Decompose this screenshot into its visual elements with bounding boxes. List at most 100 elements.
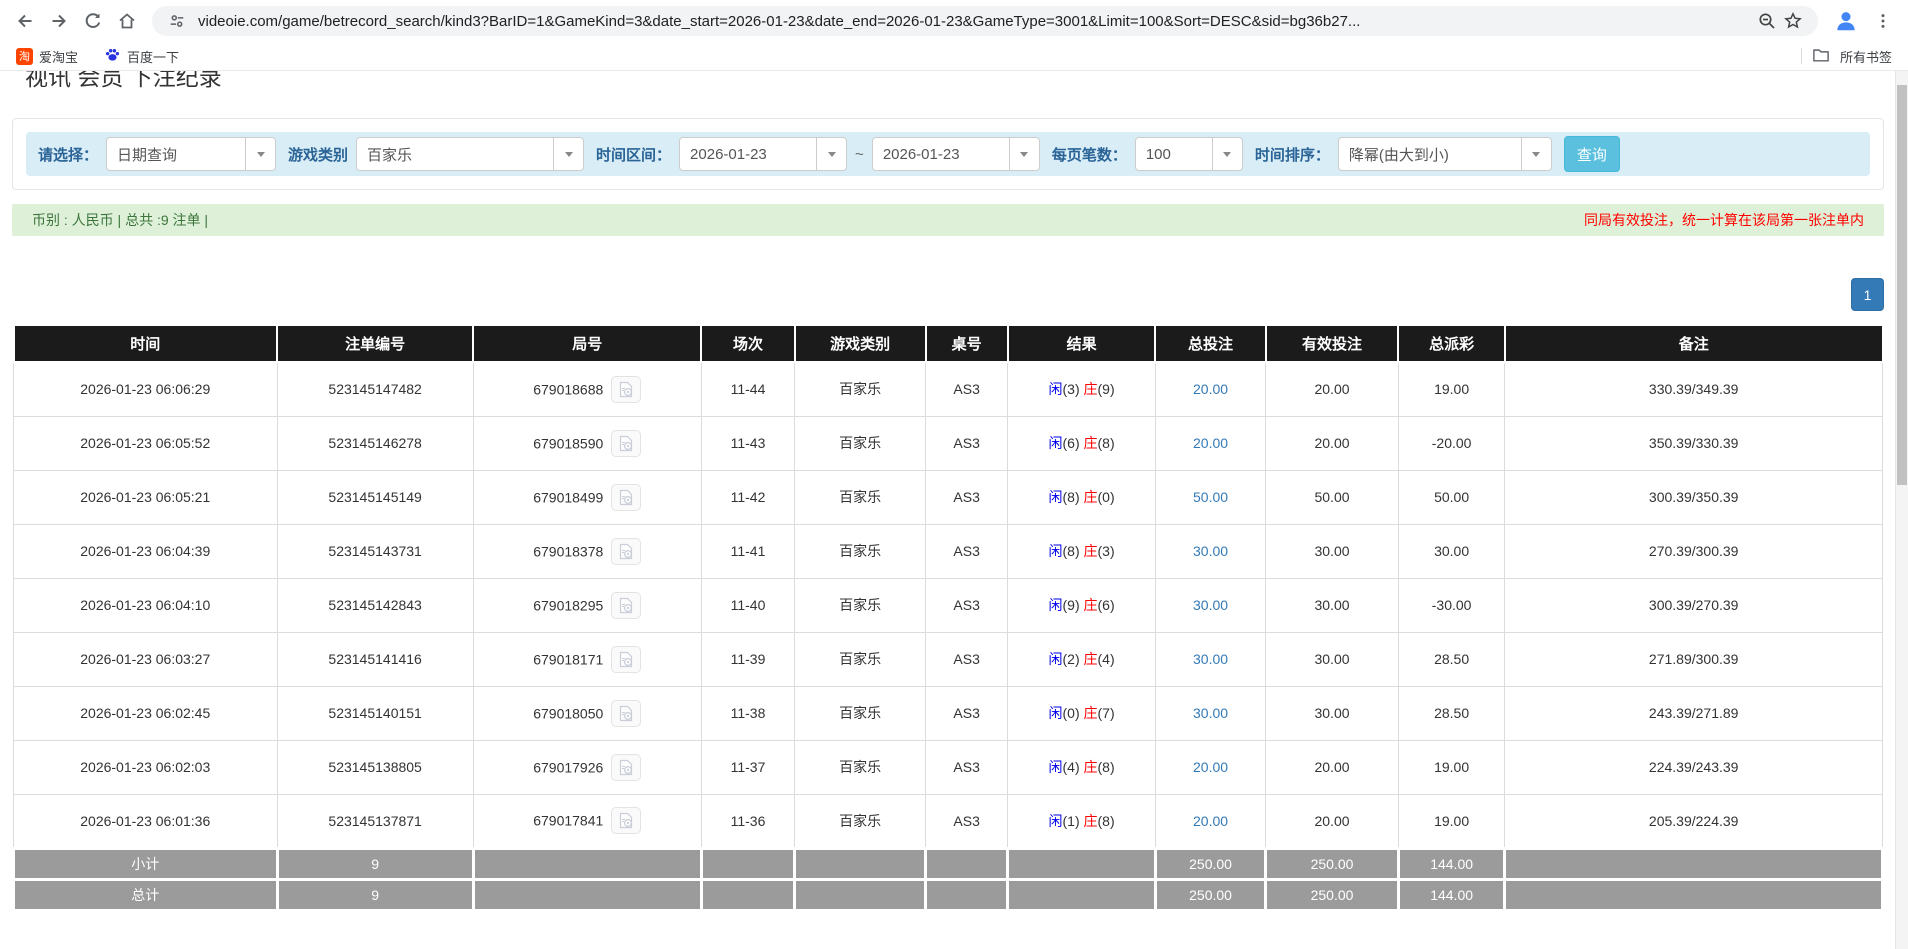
player-result: 闲 (1049, 381, 1063, 397)
pagination-top: 1 (12, 278, 1884, 311)
total-bet-link[interactable]: 30.00 (1193, 705, 1228, 721)
cell-total-bet: 50.00 (1155, 470, 1265, 524)
video-replay-icon[interactable] (611, 807, 641, 834)
total-row-cell-6 (1008, 879, 1156, 910)
bookmark-baidu[interactable]: 百度一下 (104, 46, 179, 66)
banker-result: 庄 (1084, 759, 1098, 775)
cell-time: 2026-01-23 06:03:27 (14, 632, 278, 686)
cell-total-bet: 20.00 (1155, 362, 1265, 416)
video-replay-icon[interactable] (611, 484, 641, 511)
profile-avatar[interactable] (1830, 5, 1862, 37)
bookmark-star-icon[interactable] (1780, 8, 1806, 34)
forward-icon[interactable] (42, 4, 76, 38)
sort-select[interactable]: 降幂(由大到小) (1338, 137, 1552, 171)
filter-panel: 请选择： 日期查询 游戏类别 百家乐 时间区间： 2026-01-23 (12, 118, 1884, 190)
total-bet-link[interactable]: 20.00 (1193, 435, 1228, 451)
cell-result: 闲(1) 庄(8) (1008, 794, 1156, 848)
folder-icon (1812, 47, 1830, 66)
date-start-select[interactable]: 2026-01-23 (679, 137, 847, 171)
date-range-separator: ~ (855, 146, 864, 163)
kebab-menu-icon[interactable] (1866, 4, 1900, 38)
total-bet-link[interactable]: 30.00 (1193, 597, 1228, 613)
cell-note: 330.39/349.39 (1505, 362, 1883, 416)
all-bookmarks-label[interactable]: 所有书签 (1840, 47, 1892, 66)
subtotal-row-cell-2 (473, 848, 701, 879)
video-replay-icon[interactable] (611, 646, 641, 673)
zoom-out-icon[interactable] (1754, 8, 1780, 34)
banker-result: 庄 (1084, 597, 1098, 613)
cell-table-no: AS3 (926, 362, 1008, 416)
total-bet-link[interactable]: 50.00 (1193, 489, 1228, 505)
page-1-button[interactable]: 1 (1851, 278, 1884, 311)
cell-note: 243.39/271.89 (1505, 686, 1883, 740)
round-number: 679018050 (533, 705, 603, 721)
page-size-select[interactable]: 100 (1135, 137, 1243, 171)
cell-note: 300.39/270.39 (1505, 578, 1883, 632)
total-bet-link[interactable]: 20.00 (1193, 381, 1228, 397)
cell-note: 205.39/224.39 (1505, 794, 1883, 848)
cell-session: 11-44 (701, 362, 794, 416)
subtotal-row-cell-8: 250.00 (1266, 848, 1399, 879)
cell-payout: 19.00 (1398, 740, 1505, 794)
total-bet-link[interactable]: 30.00 (1193, 651, 1228, 667)
player-result: 闲 (1049, 489, 1063, 505)
cell-result: 闲(3) 庄(9) (1008, 362, 1156, 416)
subtotal-row-cell-1: 9 (277, 848, 473, 879)
bookmark-aitaobao[interactable]: 淘 爱淘宝 (16, 47, 78, 66)
site-info-icon[interactable] (164, 8, 190, 34)
home-icon[interactable] (110, 4, 144, 38)
banker-result: 庄 (1084, 381, 1098, 397)
cell-session: 11-36 (701, 794, 794, 848)
query-type-select[interactable]: 日期查询 (106, 137, 276, 171)
total-row-cell-9: 144.00 (1398, 879, 1505, 910)
cell-time: 2026-01-23 06:01:36 (14, 794, 278, 848)
total-bet-link[interactable]: 20.00 (1193, 759, 1228, 775)
cell-total-bet: 30.00 (1155, 632, 1265, 686)
reload-icon[interactable] (76, 4, 110, 38)
player-result: 闲 (1049, 651, 1063, 667)
select-label: 请选择： (38, 144, 98, 165)
table-row: 2026-01-23 06:02:45523145140151679018050… (14, 686, 1883, 740)
round-number: 679018171 (533, 651, 603, 667)
cell-bet-id: 523145137871 (277, 794, 473, 848)
subtotal-row-cell-9: 144.00 (1398, 848, 1505, 879)
cell-round: 679018590 (473, 416, 701, 470)
search-button[interactable]: 查询 (1564, 136, 1620, 172)
back-icon[interactable] (8, 4, 42, 38)
video-replay-icon[interactable] (611, 700, 641, 727)
cell-total-bet: 20.00 (1155, 416, 1265, 470)
total-bet-link[interactable]: 20.00 (1193, 813, 1228, 829)
scrollbar-thumb[interactable] (1897, 85, 1907, 485)
player-result: 闲 (1049, 543, 1063, 559)
divider (1801, 48, 1802, 64)
video-replay-icon[interactable] (611, 430, 641, 457)
game-kind-label: 游戏类别 (288, 144, 348, 165)
cell-bet-id: 523145146278 (277, 416, 473, 470)
summary-notice-text: 同局有效投注，统一计算在该局第一张注单内 (1584, 210, 1864, 230)
cell-total-bet: 20.00 (1155, 740, 1265, 794)
video-replay-icon[interactable] (611, 754, 641, 781)
cell-session: 11-43 (701, 416, 794, 470)
cell-game-kind: 百家乐 (795, 362, 926, 416)
date-end-select[interactable]: 2026-01-23 (872, 137, 1040, 171)
page-scrollbar[interactable] (1895, 71, 1908, 949)
video-replay-icon[interactable] (611, 592, 641, 619)
table-row: 2026-01-23 06:04:39523145143731679018378… (14, 524, 1883, 578)
cell-time: 2026-01-23 06:05:52 (14, 416, 278, 470)
video-replay-icon[interactable] (611, 376, 641, 403)
cell-total-bet: 30.00 (1155, 524, 1265, 578)
cell-total-bet: 30.00 (1155, 686, 1265, 740)
url-bar[interactable]: videoie.com/game/betrecord_search/kind3?… (152, 6, 1818, 36)
cell-valid-bet: 20.00 (1266, 416, 1399, 470)
total-row-cell-7: 250.00 (1155, 879, 1265, 910)
cell-table-no: AS3 (926, 416, 1008, 470)
subtotal-row-cell-7: 250.00 (1155, 848, 1265, 879)
taobao-icon: 淘 (16, 48, 33, 65)
column-header-3: 场次 (701, 325, 794, 362)
round-number: 679018499 (533, 489, 603, 505)
total-bet-link[interactable]: 30.00 (1193, 543, 1228, 559)
table-header-row: 时间注单编号局号场次游戏类别桌号结果总投注有效投注总派彩备注 (14, 325, 1883, 362)
cell-game-kind: 百家乐 (795, 524, 926, 578)
game-kind-select[interactable]: 百家乐 (356, 137, 584, 171)
video-replay-icon[interactable] (611, 538, 641, 565)
